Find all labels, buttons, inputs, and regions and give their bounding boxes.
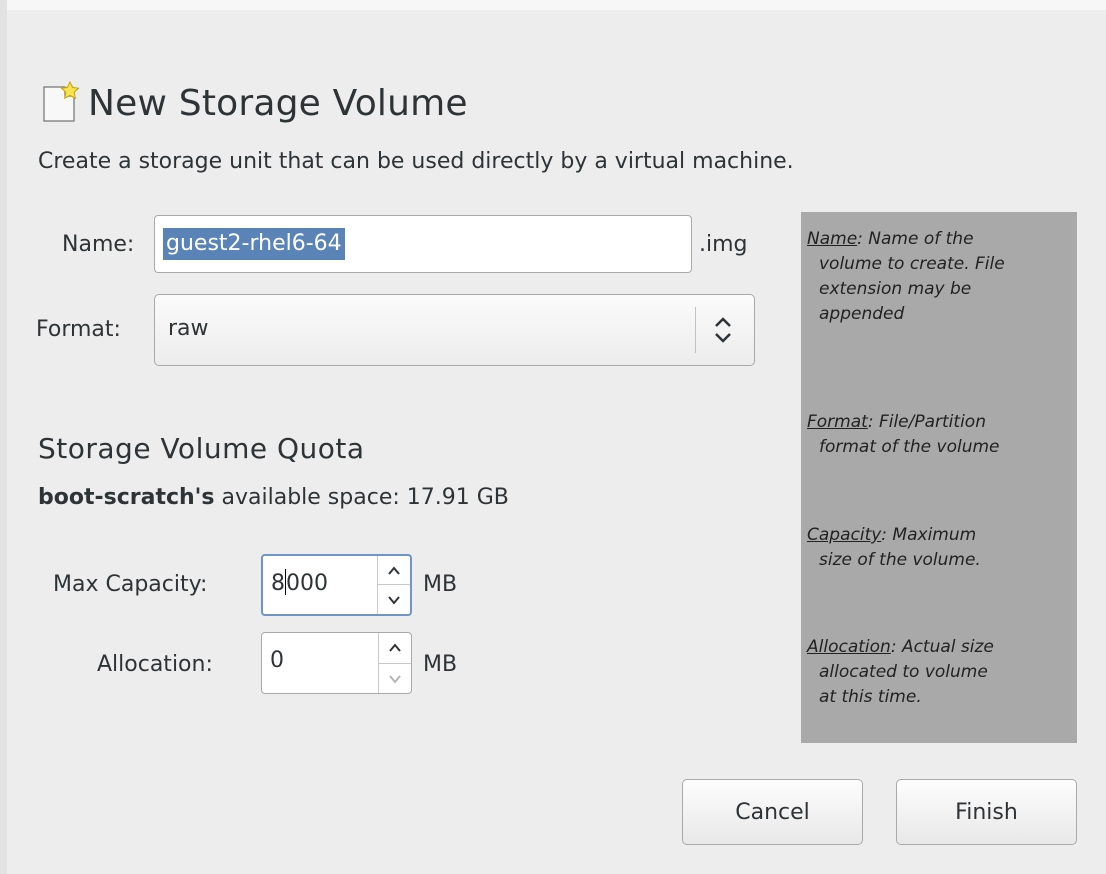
allocation-label: Allocation: — [97, 652, 213, 677]
window-left-edge — [0, 0, 7, 874]
chevron-up-icon — [388, 566, 400, 575]
window-top-strip — [0, 0, 1106, 10]
cancel-button[interactable]: Cancel — [682, 779, 863, 845]
max-capacity-increment-button[interactable] — [378, 556, 410, 586]
help-panel: Name: Name of the volume to create. File… — [801, 212, 1077, 743]
available-space-text: boot-scratch's available space: 17.91 GB — [38, 485, 509, 510]
format-selected-value: raw — [168, 316, 209, 341]
new-document-icon — [38, 80, 82, 125]
help-allocation: Allocation: Actual size allocated to vol… — [807, 637, 994, 707]
quota-section-title: Storage Volume Quota — [38, 432, 365, 465]
max-capacity-unit: MB — [423, 572, 458, 597]
pool-name: boot-scratch's — [38, 485, 215, 510]
help-name: Name: Name of the volume to create. File… — [807, 229, 1005, 324]
name-input-selected-text: guest2-rhel6-64 — [163, 228, 345, 260]
format-label: Format: — [36, 317, 121, 342]
name-extension-label: .img — [699, 232, 748, 257]
format-combobox[interactable]: raw — [154, 294, 755, 366]
allocation-stepper — [378, 633, 411, 693]
max-capacity-spinbutton[interactable]: 8000 — [261, 554, 412, 616]
help-capacity: Capacity: Maximum size of the volume. — [807, 525, 981, 570]
dialog-subtitle: Create a storage unit that can be used d… — [38, 149, 794, 174]
help-format: Format: File/Partition format of the vol… — [807, 412, 1000, 457]
allocation-increment-button[interactable] — [379, 633, 411, 663]
name-input[interactable]: guest2-rhel6-64 — [154, 215, 692, 273]
allocation-value: 0 — [270, 648, 284, 673]
chevron-up-icon — [389, 643, 401, 652]
up-down-chevron-icon — [707, 309, 739, 351]
max-capacity-decrement-button[interactable] — [378, 584, 410, 614]
allocation-decrement-button[interactable] — [379, 663, 411, 693]
dialog-header: New Storage Volume — [38, 78, 468, 128]
combobox-separator — [695, 307, 696, 353]
chevron-down-icon — [388, 595, 400, 605]
allocation-unit: MB — [423, 652, 458, 677]
max-capacity-label: Max Capacity: — [53, 572, 208, 597]
allocation-spinbutton[interactable]: 0 — [261, 632, 412, 694]
name-label: Name: — [62, 232, 135, 257]
chevron-down-icon — [389, 674, 401, 684]
max-capacity-value: 8000 — [271, 569, 328, 596]
dialog-title: New Storage Volume — [88, 82, 468, 124]
available-space-value: available space: 17.91 GB — [221, 485, 509, 510]
max-capacity-stepper — [377, 556, 410, 614]
finish-button[interactable]: Finish — [896, 779, 1077, 845]
